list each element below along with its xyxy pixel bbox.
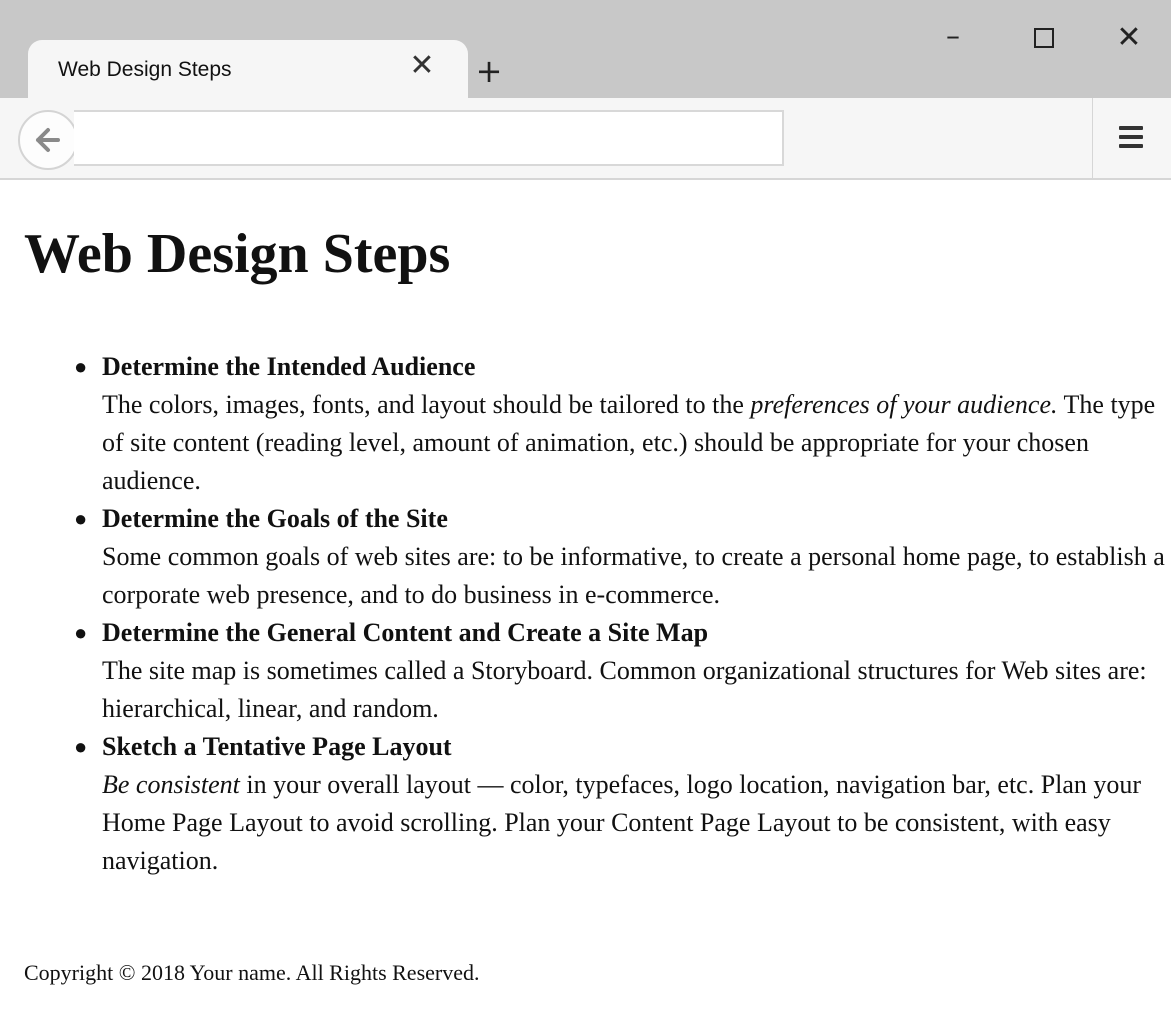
- menu-button[interactable]: [1092, 98, 1171, 178]
- tab-web-design-steps[interactable]: Web Design Steps ✕: [28, 40, 468, 100]
- item-heading: Determine the General Content and Create…: [102, 618, 709, 647]
- bullet: ●: [74, 734, 88, 759]
- tab-close-icon[interactable]: ✕: [408, 51, 436, 81]
- item-text: Some common goals of web sites are: to b…: [102, 542, 1165, 609]
- item-heading: Determine the Intended Audience: [102, 352, 476, 381]
- item-heading: Sketch a Tentative Page Layout: [102, 732, 452, 761]
- bullet: ●: [74, 506, 88, 531]
- hamburger-icon-bar: [1119, 135, 1143, 139]
- item-body: The site map is sometimes called a Story…: [102, 652, 1171, 728]
- hamburger-icon: [1119, 126, 1143, 130]
- list-item: ● Determine the General Content and Crea…: [74, 614, 1171, 728]
- maximize-icon: [1034, 28, 1054, 48]
- bullet: ●: [74, 354, 88, 379]
- item-text: in your overall layout — color, typeface…: [102, 770, 1142, 875]
- maximize-button[interactable]: [1018, 18, 1068, 58]
- list-item: ● Sketch a Tentative Page Layout Be cons…: [74, 728, 1171, 880]
- list-item: ● Determine the Goals of the Site Some c…: [74, 500, 1171, 614]
- back-button[interactable]: [18, 110, 78, 170]
- item-body: The colors, images, fonts, and layout sh…: [102, 386, 1171, 500]
- hamburger-icon-bar: [1119, 144, 1143, 148]
- list-item: ● Determine the Intended Audience The co…: [74, 348, 1171, 500]
- page-title: Web Design Steps: [24, 223, 451, 285]
- bullet: ●: [74, 620, 88, 645]
- new-tab-button[interactable]: +: [474, 55, 504, 87]
- tab-title: Web Design Steps: [58, 58, 232, 81]
- item-text: The colors, images, fonts, and layout sh…: [102, 390, 751, 419]
- item-heading: Determine the Goals of the Site: [102, 504, 448, 533]
- minimize-button[interactable]: –: [928, 18, 978, 58]
- item-emphasis: preferences of your audience.: [750, 390, 1058, 419]
- steps-list: ● Determine the Intended Audience The co…: [0, 348, 1171, 880]
- copyright-footer: Copyright © 2018 Your name. All Rights R…: [24, 960, 480, 985]
- item-emphasis: Be consistent: [102, 770, 240, 799]
- close-window-button[interactable]: ✕: [1104, 18, 1154, 58]
- item-text: The site map is sometimes called a Story…: [102, 656, 1147, 723]
- item-body: Be consistent in your overall layout — c…: [102, 766, 1171, 880]
- navigation-toolbar: [0, 98, 1171, 180]
- back-arrow-icon: [36, 128, 60, 152]
- title-bar: Web Design Steps ✕ + – ✕: [0, 0, 1171, 100]
- item-body: Some common goals of web sites are: to b…: [102, 538, 1171, 614]
- address-bar[interactable]: [74, 110, 784, 166]
